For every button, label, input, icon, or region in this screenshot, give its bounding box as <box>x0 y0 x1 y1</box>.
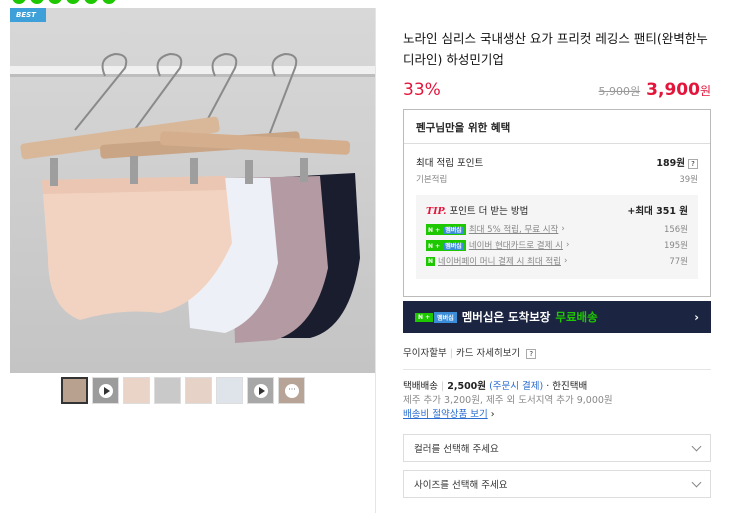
help-icon[interactable]: ? <box>688 159 698 169</box>
tip-item: N + 멤버십 네이버 현대카드로 결제 시 › 195원 <box>426 239 688 251</box>
shipping-condition: (주문시 결제) <box>489 381 544 392</box>
membership-text: 멤버십은 도착보장 <box>461 310 551 324</box>
play-icon <box>99 384 113 398</box>
color-select[interactable]: 컬러를 선택해 주세요 <box>403 434 711 462</box>
product-info: 노라인 심리스 국내생산 요가 프리컷 레깅스 팬티(완벽한누디라인) 하성민기… <box>403 28 711 498</box>
size-select[interactable]: 사이즈를 선택해 주세요 <box>403 470 711 498</box>
play-icon <box>254 384 268 398</box>
more-icon: ··· <box>285 384 299 398</box>
benefit-header: 펜구님만을 위한 혜택 <box>404 110 710 144</box>
shipping-label: 택배배송 <box>403 381 438 392</box>
tip-item: N + 멤버십 최대 5% 적립, 무료 시작 › 156원 <box>426 223 688 235</box>
benefit-box: 펜구님만을 위한 혜택 최대 적립 포인트 189원? 기본적립 39원 TIP… <box>403 109 711 297</box>
shipping-extra: 제주 추가 3,200원, 제주 외 도서지역 추가 9,000원 <box>403 395 613 406</box>
chevron-right-icon: › <box>694 310 699 324</box>
shipping-fee: 2,500원 <box>447 381 487 392</box>
chevron-down-icon <box>691 477 702 487</box>
max-points-label: 최대 적립 포인트 <box>416 158 484 169</box>
card-detail-link[interactable]: 카드 자세히보기 <box>456 348 520 359</box>
tip-link-membership[interactable]: 최대 5% 적립, 무료 시작 <box>469 223 559 235</box>
thumbnail-3[interactable] <box>123 377 150 404</box>
shipping-carrier: · 한진택배 <box>546 381 588 392</box>
thumbnail-4[interactable] <box>154 377 181 404</box>
sale-price-value: 3,900 <box>646 80 700 100</box>
price-row: 33% 5,900원 3,900원 <box>403 80 711 100</box>
thumbnail-video-2[interactable] <box>247 377 274 404</box>
tip-header: TIP. 포인트 더 받는 방법 +최대 351 원 <box>426 203 688 217</box>
tip-value: 195원 <box>663 241 688 251</box>
chevron-down-icon <box>691 441 702 451</box>
brand-dots <box>12 0 116 4</box>
basic-points-row: 기본적립 39원 <box>404 173 710 185</box>
tip-link-money[interactable]: 네이버페이 머니 결제 시 최대 적립 <box>438 255 561 267</box>
thumbnail-6[interactable] <box>216 377 243 404</box>
sale-price-unit: 원 <box>699 84 711 98</box>
price-group: 5,900원 3,900원 <box>599 80 711 100</box>
shipping-saving-link[interactable]: 배송비 절약상품 보기 <box>403 409 488 420</box>
tip-item: N 네이버페이 머니 결제 시 최대 적립 › 77원 <box>426 255 688 267</box>
thumbnail-strip: ··· <box>61 377 305 404</box>
installment-row: 무이자할부 | 카드 자세히보기 ? <box>403 345 711 370</box>
tip-label: TIP. <box>426 206 447 217</box>
product-main-image[interactable]: BEST <box>10 8 375 373</box>
product-photo-illustration <box>10 8 375 373</box>
basic-points-value: 39원 <box>679 175 698 185</box>
tip-max: +최대 351 원 <box>627 206 688 217</box>
original-price: 5,900원 <box>598 85 641 98</box>
sale-price: 3,900원 <box>646 80 711 100</box>
tip-text: 포인트 더 받는 방법 <box>449 206 529 217</box>
size-select-placeholder: 사이즈를 선택해 주세요 <box>414 480 508 491</box>
installment-label: 무이자할부 <box>403 348 447 359</box>
shipping-info: 택배배송 | 2,500원 (주문시 결제) · 한진택배 제주 추가 3,20… <box>403 380 711 422</box>
separator: | <box>449 348 453 359</box>
help-icon[interactable]: ? <box>526 349 537 359</box>
free-shipping-text: 무료배송 <box>555 310 598 324</box>
tip-value: 77원 <box>669 257 688 267</box>
membership-icon: 멤버십 <box>434 311 457 323</box>
tip-link-card[interactable]: 네이버 현대카드로 결제 시 <box>469 239 563 251</box>
thumbnail-1[interactable] <box>61 377 88 404</box>
naver-pay-icon: N <box>426 256 435 266</box>
max-points-row: 최대 적립 포인트 189원? <box>404 155 710 169</box>
column-divider <box>375 8 376 513</box>
naver-membership-badge: N + 멤버십 <box>426 239 466 251</box>
chevron-right-icon: › <box>490 409 495 420</box>
product-gallery: BEST <box>10 8 375 373</box>
max-points-value: 189원 <box>656 158 685 169</box>
color-select-placeholder: 컬러를 선택해 주세요 <box>414 444 499 455</box>
thumbnail-5[interactable] <box>185 377 212 404</box>
tip-box: TIP. 포인트 더 받는 방법 +최대 351 원 N + 멤버십 최대 5% … <box>416 195 698 279</box>
thumbnail-more[interactable]: ··· <box>278 377 305 404</box>
membership-banner[interactable]: N + 멤버십 멤버십은 도착보장 무료배송 › <box>403 301 711 333</box>
basic-points-label: 기본적립 <box>416 175 448 185</box>
discount-rate: 33% <box>403 80 441 100</box>
naver-membership-badge: N + 멤버십 <box>426 223 466 235</box>
thumbnail-video-1[interactable] <box>92 377 119 404</box>
tip-value: 156원 <box>663 225 688 235</box>
naver-plus-icon: N + <box>415 312 434 322</box>
best-badge: BEST <box>10 8 46 22</box>
product-title: 노라인 심리스 국내생산 요가 프리컷 레깅스 팬티(완벽한누디라인) 하성민기… <box>403 31 708 67</box>
